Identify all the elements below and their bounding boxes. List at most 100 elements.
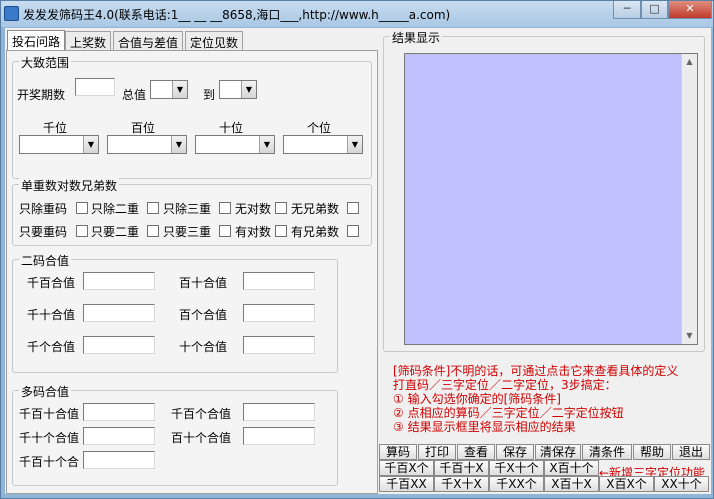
- three-pos-button[interactable]: X百十个: [544, 460, 599, 476]
- chevron-down-icon: ▼: [347, 136, 362, 153]
- sum-label: 百十个合值: [171, 431, 232, 445]
- sum-label: 千十个合值: [19, 431, 80, 445]
- option-checkbox[interactable]: [76, 225, 88, 237]
- qian-select[interactable]: ▼: [19, 135, 99, 154]
- clear-conditions-button[interactable]: 清条件: [582, 444, 632, 460]
- option-checkbox[interactable]: [347, 225, 359, 237]
- view-button[interactable]: 查看: [457, 444, 495, 460]
- option-checkbox[interactable]: [76, 202, 88, 214]
- sum-input[interactable]: [83, 304, 155, 322]
- tab-ding-wei-jian-shu[interactable]: 定位见数: [185, 31, 244, 51]
- sum-label: 千个合值: [27, 340, 76, 354]
- help-line: ① 输入勾选你确定的[筛码条件]: [393, 392, 561, 406]
- repeats-group: 单重数对数兄弟数 只除重码 只除二重 只除三重 无对数 无兄弟数 只要重码 只要…: [12, 177, 372, 246]
- two-pos-button[interactable]: 千XX个: [489, 476, 544, 492]
- tab-shang-jiang-shu[interactable]: 上奖数: [65, 31, 112, 51]
- app-window: 发发发筛码王4.0(联系电话:1__ __ __8658,海口___,http:…: [0, 0, 714, 499]
- option-checkbox[interactable]: [219, 225, 231, 237]
- option-checkbox[interactable]: [147, 225, 159, 237]
- sum-label: 百个合值: [179, 308, 228, 322]
- total-to-select[interactable]: ▼: [219, 80, 257, 99]
- repeats-legend: 单重数对数兄弟数: [19, 177, 120, 194]
- option-label: 无兄弟数: [291, 202, 340, 216]
- sum-input[interactable]: [83, 272, 155, 290]
- sum-input[interactable]: [243, 304, 315, 322]
- tab-he-zhi-cha-zhi[interactable]: 合值与差值: [113, 31, 184, 51]
- chevron-down-icon: ▼: [171, 136, 186, 153]
- scroll-up-icon[interactable]: ▲: [682, 54, 697, 70]
- print-button[interactable]: 打印: [418, 444, 456, 460]
- sum-label: 千百十个合: [19, 455, 80, 469]
- sum-input[interactable]: [83, 336, 155, 354]
- sum-label: 十个合值: [179, 340, 228, 354]
- three-pos-button[interactable]: 千百X个: [379, 460, 434, 476]
- option-checkbox[interactable]: [147, 202, 159, 214]
- tab-panel: 大致范围 开奖期数 总值 ▼ 到 ▼ 千位 百位 十位 个位 ▼ ▼ ▼ ▼ 单…: [6, 50, 378, 494]
- results-textarea[interactable]: ▲ ▼: [404, 53, 698, 345]
- two-pos-button[interactable]: 千百XX: [379, 476, 434, 492]
- two-pos-button[interactable]: XX十个: [654, 476, 709, 492]
- scroll-down-icon[interactable]: ▼: [682, 328, 697, 344]
- pos-label-qian: 千位: [43, 121, 68, 135]
- exit-button[interactable]: 退出: [672, 444, 710, 460]
- bai-select[interactable]: ▼: [107, 135, 187, 154]
- tab-tou-shi-wen-lu[interactable]: 投石问路: [7, 30, 66, 52]
- ge-select[interactable]: ▼: [283, 135, 363, 154]
- periods-input[interactable]: [75, 78, 115, 96]
- help-line: 打直码／三字定位／二字定位，3步搞定：: [393, 378, 617, 392]
- close-button[interactable]: ✕: [668, 1, 712, 19]
- minimize-button[interactable]: ─: [613, 1, 641, 19]
- help-button[interactable]: 帮助: [633, 444, 671, 460]
- range-group: 大致范围 开奖期数 总值 ▼ 到 ▼ 千位 百位 十位 个位 ▼ ▼ ▼ ▼: [12, 54, 372, 179]
- total-from-select[interactable]: ▼: [150, 80, 188, 99]
- three-pos-row2: 千百XX 千X十X 千XX个 X百十X X百X个 XX十个: [379, 476, 711, 492]
- sum-input[interactable]: [243, 272, 315, 290]
- results-scrollbar[interactable]: ▲ ▼: [681, 54, 697, 344]
- sum-input[interactable]: [243, 427, 315, 445]
- calculate-button[interactable]: 算码: [379, 444, 417, 460]
- chevron-down-icon: ▼: [241, 81, 256, 98]
- option-label: 只要三重: [163, 225, 212, 239]
- three-pos-button[interactable]: 千X十个: [489, 460, 544, 476]
- option-label: 只要二重: [91, 225, 140, 239]
- sum-input[interactable]: [83, 451, 155, 469]
- sum-input[interactable]: [83, 427, 155, 445]
- option-label: 只除三重: [163, 202, 212, 216]
- results-legend: 结果显示: [390, 29, 443, 46]
- multi-code-legend: 多码合值: [19, 383, 72, 400]
- option-label: 只除二重: [91, 202, 140, 216]
- shi-select[interactable]: ▼: [195, 135, 275, 154]
- client-area: 投石问路 上奖数 合值与差值 定位见数 大致范围 开奖期数 总值 ▼ 到 ▼ 千…: [5, 28, 711, 494]
- two-pos-button[interactable]: X百十X: [544, 476, 599, 492]
- option-checkbox[interactable]: [275, 202, 287, 214]
- sum-input[interactable]: [243, 403, 315, 421]
- sum-input[interactable]: [83, 403, 155, 421]
- help-text: [筛码条件]不明的话，可通过点击它来查看具体的定义 打直码／三字定位／二字定位，…: [393, 364, 703, 434]
- option-checkbox[interactable]: [347, 202, 359, 214]
- title-bar[interactable]: 发发发筛码王4.0(联系电话:1__ __ __8658,海口___,http:…: [1, 1, 713, 27]
- option-checkbox[interactable]: [275, 225, 287, 237]
- two-pos-button[interactable]: X百X个: [599, 476, 654, 492]
- periods-label: 开奖期数: [17, 88, 66, 102]
- option-label: 有对数: [235, 225, 272, 239]
- two-pos-button[interactable]: 千X十X: [434, 476, 489, 492]
- option-checkbox[interactable]: [219, 202, 231, 214]
- range-legend: 大致范围: [19, 54, 72, 71]
- option-label: 无对数: [235, 202, 272, 216]
- three-pos-button[interactable]: 千百十X: [434, 460, 489, 476]
- pos-label-shi: 十位: [219, 121, 244, 135]
- to-label: 到: [203, 88, 216, 102]
- option-label: 只要重码: [19, 225, 68, 239]
- help-line: ② 点相应的算码／三字定位／二字定位按钮: [393, 406, 624, 420]
- help-line-definition[interactable]: [筛码条件]不明的话，可通过点击它来查看具体的定义: [393, 364, 703, 378]
- multi-code-group: 多码合值 千百十合值 千百个合值 千十个合值 百十个合值 千百十个合: [12, 383, 338, 486]
- maximize-button[interactable]: □: [641, 1, 668, 19]
- option-label: 有兄弟数: [291, 225, 340, 239]
- save-button[interactable]: 保存: [496, 444, 534, 460]
- total-label: 总值: [122, 88, 147, 102]
- clear-saved-button[interactable]: 清保存: [535, 444, 581, 460]
- chevron-down-icon: ▼: [172, 81, 187, 98]
- action-toolbar: 算码 打印 查看 保存 清保存 清条件 帮助 退出: [379, 444, 711, 460]
- option-label: 只除重码: [19, 202, 68, 216]
- sum-input[interactable]: [243, 336, 315, 354]
